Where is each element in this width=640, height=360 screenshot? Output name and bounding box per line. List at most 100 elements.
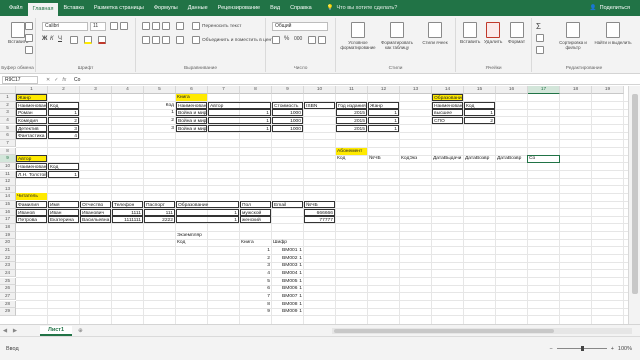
row-header[interactable]: 7 — [0, 139, 16, 148]
table-header-cell[interactable]: Год издания — [336, 101, 367, 109]
table-cell[interactable]: 1 — [208, 116, 271, 124]
table-header-cell[interactable]: Фамилия — [16, 201, 47, 209]
fill-color-button[interactable] — [84, 36, 92, 44]
table-title-cell[interactable]: Автор — [16, 155, 47, 163]
table-title-cell[interactable]: Читатель — [16, 193, 47, 201]
align-bottom-button[interactable] — [162, 22, 170, 30]
format-painter-button[interactable] — [25, 46, 33, 54]
row-header[interactable]: 24 — [0, 269, 16, 278]
horizontal-scrollbar[interactable] — [332, 327, 632, 334]
row-header[interactable]: 17 — [0, 216, 16, 224]
active-cell-text[interactable]: Со — [528, 155, 559, 162]
indent-button[interactable] — [176, 36, 184, 44]
row-header[interactable]: 19 — [0, 231, 16, 240]
tab-formulas[interactable]: Формулы — [149, 3, 183, 13]
grow-font-button[interactable] — [110, 22, 118, 30]
align-top-button[interactable] — [142, 22, 150, 30]
table-cell[interactable]: 1 — [144, 109, 175, 116]
table-cell[interactable]: 2 — [144, 117, 175, 124]
name-box[interactable]: R9C17 — [2, 75, 38, 84]
zoom-knob[interactable] — [580, 346, 584, 351]
table-cell[interactable]: 1 — [208, 124, 271, 132]
underline-button[interactable]: Ч — [58, 36, 62, 42]
share-button[interactable]: 👤 Поделиться — [590, 5, 630, 11]
column-header[interactable]: 7 — [208, 86, 240, 94]
table-cell[interactable]: 2015 — [336, 109, 367, 117]
row-header[interactable]: 23 — [0, 262, 16, 270]
zoom-out-icon[interactable]: − — [549, 346, 552, 352]
column-header[interactable]: 8 — [240, 86, 272, 94]
row-header[interactable]: 26 — [0, 285, 16, 293]
table-cell[interactable]: 2222 — [144, 216, 175, 224]
bold-button[interactable]: Ж — [42, 36, 47, 42]
column-header[interactable]: 17 — [528, 86, 560, 94]
table-header-cell[interactable]: Email — [272, 201, 303, 209]
orientation-button[interactable] — [176, 22, 184, 30]
column-header[interactable]: 2 — [48, 86, 80, 94]
table-cell[interactable]: Иванов — [16, 208, 47, 216]
row-header[interactable]: 11 — [0, 170, 16, 179]
ekz-book-cell[interactable]: 8 — [240, 301, 271, 308]
row-header[interactable]: 4 — [0, 116, 16, 125]
table-cell[interactable]: 1000 — [272, 124, 303, 132]
autosum-button[interactable]: Σ — [536, 22, 541, 31]
currency-button[interactable] — [272, 36, 280, 44]
ekz-book-cell[interactable]: 1 — [240, 247, 271, 254]
sheet-tab-1[interactable]: Лист1 — [40, 325, 73, 336]
table-cell[interactable]: Иван — [48, 208, 79, 216]
copy-button[interactable] — [25, 34, 33, 42]
ekz-cipher-cell[interactable]: BM008 — [272, 301, 303, 308]
horizontal-scroll-thumb[interactable] — [334, 328, 554, 333]
row-header[interactable]: 10 — [0, 162, 16, 171]
row-header[interactable]: 27 — [0, 292, 16, 301]
table-cell[interactable]: 77777 — [304, 216, 335, 224]
zoom-control[interactable]: − + 100% — [549, 346, 632, 352]
cut-button[interactable] — [25, 22, 33, 30]
table-cell[interactable]: 111 — [144, 208, 175, 216]
table-cell[interactable]: Война и мир т.1 — [176, 109, 207, 117]
format-as-table-button[interactable]: Форматировать как таблицу — [378, 22, 416, 50]
table-header-cell[interactable]: Код — [48, 101, 79, 109]
formula-input[interactable]: Со — [74, 77, 80, 83]
italic-button[interactable]: К — [50, 36, 54, 42]
table-cell[interactable]: Детектив — [16, 124, 47, 132]
table-cell[interactable]: Роман — [16, 109, 47, 117]
find-select-button[interactable]: Найти и выделить — [594, 22, 632, 45]
align-right-button[interactable] — [162, 36, 170, 44]
table-cell[interactable]: 1 — [176, 216, 239, 224]
align-left-button[interactable] — [142, 36, 150, 44]
tab-file[interactable]: Файл — [4, 3, 28, 13]
table-cell[interactable]: женский — [240, 216, 271, 224]
table-cell[interactable]: Война и мир т.2 — [176, 116, 207, 124]
table-header-cell[interactable]: Телефон — [112, 201, 143, 209]
row-header[interactable]: 18 — [0, 224, 16, 232]
table-cell[interactable]: 1000 — [272, 116, 303, 124]
table-header-cell[interactable]: Книга — [240, 239, 271, 246]
fx-icon[interactable]: fx — [62, 77, 66, 83]
row-header[interactable]: 15 — [0, 201, 16, 209]
table-cell[interactable]: 3 — [144, 125, 175, 132]
column-header[interactable]: 12 — [368, 86, 400, 94]
column-header[interactable]: 14 — [432, 86, 464, 94]
table-header-cell[interactable]: Код — [464, 101, 495, 109]
table-cell[interactable]: 2015 — [336, 116, 367, 124]
table-cell[interactable]: 2 — [464, 116, 495, 124]
ekz-book-cell[interactable]: 5 — [240, 278, 271, 285]
tab-page-layout[interactable]: Разметка страницы — [89, 3, 149, 13]
table-header-cell[interactable]: №ЧБ — [304, 201, 335, 209]
row-header[interactable]: 6 — [0, 132, 16, 140]
table-cell[interactable]: мужской — [240, 208, 271, 216]
table-cell[interactable]: 1 — [176, 208, 239, 216]
add-sheet-icon[interactable]: ⊕ — [78, 328, 83, 334]
table-cell[interactable]: Война и мир т.3 — [176, 124, 207, 132]
table-header-cell[interactable]: Имя — [48, 201, 79, 209]
ekz-cipher-cell[interactable]: BM006 — [272, 285, 303, 292]
ekz-cipher-cell[interactable]: BM004 — [272, 270, 303, 277]
table-header-cell[interactable]: Жанр — [368, 101, 399, 109]
cell-styles-button[interactable]: Стили ячеек — [418, 22, 452, 45]
row-header[interactable]: 22 — [0, 254, 16, 263]
table-cell[interactable]: Фантастика — [16, 132, 47, 140]
ekz-book-cell[interactable]: 6 — [240, 285, 271, 292]
font-name-select[interactable]: Calibri — [42, 22, 88, 31]
table-cell[interactable]: 2015 — [336, 124, 367, 132]
